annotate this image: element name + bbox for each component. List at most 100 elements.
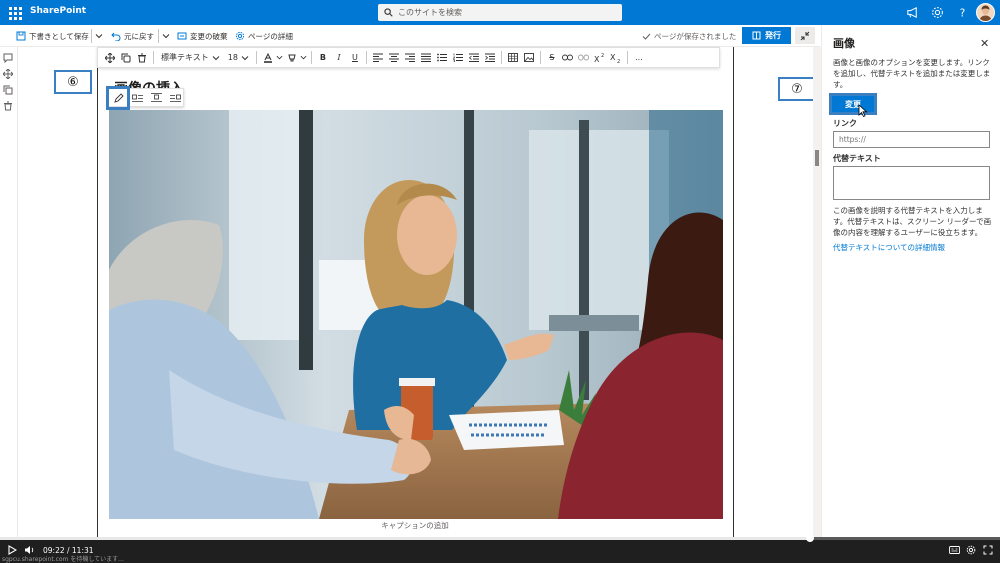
save-options-dropdown[interactable]: [95, 30, 106, 42]
save-draft-label: 下書きとして保存: [29, 31, 89, 41]
save-status-label: ページが保存されました: [654, 31, 737, 41]
duplicate-icon[interactable]: [3, 85, 15, 97]
publish-label: 発行: [765, 31, 781, 40]
align-image-right-icon[interactable]: [166, 89, 185, 106]
video-progress-handle[interactable]: [806, 534, 814, 542]
app-name[interactable]: SharePoint: [30, 6, 86, 16]
duplicate-icon[interactable]: [118, 50, 134, 66]
undo-options-dropdown[interactable]: [162, 30, 173, 42]
divider: [158, 29, 159, 43]
close-icon[interactable]: ✕: [980, 37, 989, 50]
subscript-icon[interactable]: X2: [608, 50, 624, 66]
checkmark-icon: [642, 33, 651, 40]
section-boundary: [733, 47, 734, 537]
chevron-down-icon: [241, 55, 249, 60]
search-placeholder: このサイトを検索: [398, 8, 462, 17]
bullet-list-icon[interactable]: [434, 50, 450, 66]
undo-icon: [111, 32, 121, 41]
page-details-button[interactable]: ページの詳細: [235, 30, 293, 42]
divider: [365, 51, 367, 64]
strikethrough-icon[interactable]: S: [544, 50, 560, 66]
delete-icon[interactable]: [134, 50, 150, 66]
formatting-toolbar: 標準テキスト 18 B I U S X2 X2 ...: [97, 47, 720, 68]
edit-highlight-box: [106, 86, 130, 110]
font-size-dropdown[interactable]: 18: [228, 53, 249, 62]
alt-text-label: 代替テキスト: [833, 154, 881, 163]
app-launcher-icon[interactable]: [5, 3, 24, 22]
save-icon: [16, 31, 26, 41]
search-box[interactable]: このサイトを検索: [378, 4, 622, 21]
align-center-icon[interactable]: [386, 50, 402, 66]
highlight-icon[interactable]: [284, 50, 300, 66]
align-right-icon[interactable]: [402, 50, 418, 66]
move-icon[interactable]: [102, 50, 118, 66]
divider: [310, 51, 312, 64]
font-size-value: 18: [227, 53, 238, 62]
gear-icon[interactable]: [966, 545, 976, 555]
alt-text-help: この画像を説明する代替テキストを入力します。代替テキストは、スクリーン リーダー…: [833, 206, 992, 237]
divider: [91, 29, 92, 43]
change-highlight-box: [829, 93, 877, 115]
undo-button[interactable]: 元に戻す: [111, 30, 154, 42]
pane-title: 画像: [833, 37, 855, 50]
decrease-indent-icon[interactable]: [466, 50, 482, 66]
alt-text-learn-more-link[interactable]: 代替テキストについての詳細情報: [833, 242, 945, 253]
collapse-pane-button[interactable]: [795, 27, 815, 44]
search-icon: [384, 8, 393, 17]
text-style-dropdown[interactable]: 標準テキスト: [161, 52, 220, 63]
divider: [255, 51, 257, 64]
canvas-scrollbar[interactable]: [813, 47, 821, 537]
collapse-icon: [800, 31, 810, 40]
superscript-icon[interactable]: X2: [592, 50, 608, 66]
divider: [626, 51, 628, 64]
alt-text-field[interactable]: [833, 166, 990, 200]
megaphone-icon[interactable]: [905, 5, 920, 20]
image-icon[interactable]: [521, 50, 537, 66]
unlink-icon[interactable]: [576, 50, 592, 66]
step-callout-6: ⑥: [54, 70, 92, 94]
svg-text:X: X: [594, 55, 600, 63]
inserted-photo[interactable]: [109, 110, 723, 519]
align-image-center-icon[interactable]: [147, 89, 166, 106]
section-boundary: [97, 47, 98, 537]
align-left-icon[interactable]: [370, 50, 386, 66]
discard-changes-button[interactable]: 変更の破棄: [177, 30, 228, 42]
chevron-down-icon[interactable]: [300, 50, 308, 66]
svg-text:?: ?: [960, 7, 965, 19]
status-url: sgpcu.sharepoint.com を待機しています...: [2, 556, 124, 563]
justify-icon[interactable]: [418, 50, 434, 66]
link-label: リンク: [833, 119, 857, 128]
captions-icon[interactable]: [949, 546, 960, 554]
save-draft-button[interactable]: 下書きとして保存: [16, 30, 89, 42]
fullscreen-icon[interactable]: [983, 545, 993, 555]
link-field[interactable]: [833, 131, 990, 148]
avatar[interactable]: [976, 3, 995, 22]
table-icon[interactable]: [505, 50, 521, 66]
publish-icon: [752, 31, 761, 40]
delete-icon[interactable]: [3, 101, 15, 113]
help-icon[interactable]: ?: [955, 5, 970, 20]
increase-indent-icon[interactable]: [482, 50, 498, 66]
gear-icon[interactable]: [930, 5, 945, 20]
caption-input[interactable]: キャプションの追加: [97, 520, 733, 531]
more-options-button[interactable]: ...: [631, 50, 647, 66]
svg-text:X: X: [610, 53, 616, 62]
font-color-icon[interactable]: [260, 50, 276, 66]
discard-changes-label: 変更の破棄: [190, 31, 228, 41]
left-rail: [0, 47, 18, 537]
link-icon[interactable]: [560, 50, 576, 66]
publish-button[interactable]: 発行: [742, 27, 791, 44]
page-details-label: ページの詳細: [248, 31, 293, 41]
align-image-left-icon[interactable]: [128, 89, 147, 106]
divider: [500, 51, 502, 64]
comment-icon[interactable]: [3, 53, 15, 65]
move-icon[interactable]: [3, 69, 15, 81]
svg-text:2: 2: [617, 59, 620, 63]
underline-icon[interactable]: U: [347, 50, 363, 66]
chevron-down-icon[interactable]: [276, 50, 284, 66]
scrollbar-thumb[interactable]: [815, 150, 819, 166]
numbered-list-icon[interactable]: [450, 50, 466, 66]
pane-description: 画像と画像のオプションを変更します。リンクを追加し、代替テキストを追加または変更…: [833, 58, 991, 89]
bold-icon[interactable]: B: [315, 50, 331, 66]
italic-icon[interactable]: I: [331, 50, 347, 66]
